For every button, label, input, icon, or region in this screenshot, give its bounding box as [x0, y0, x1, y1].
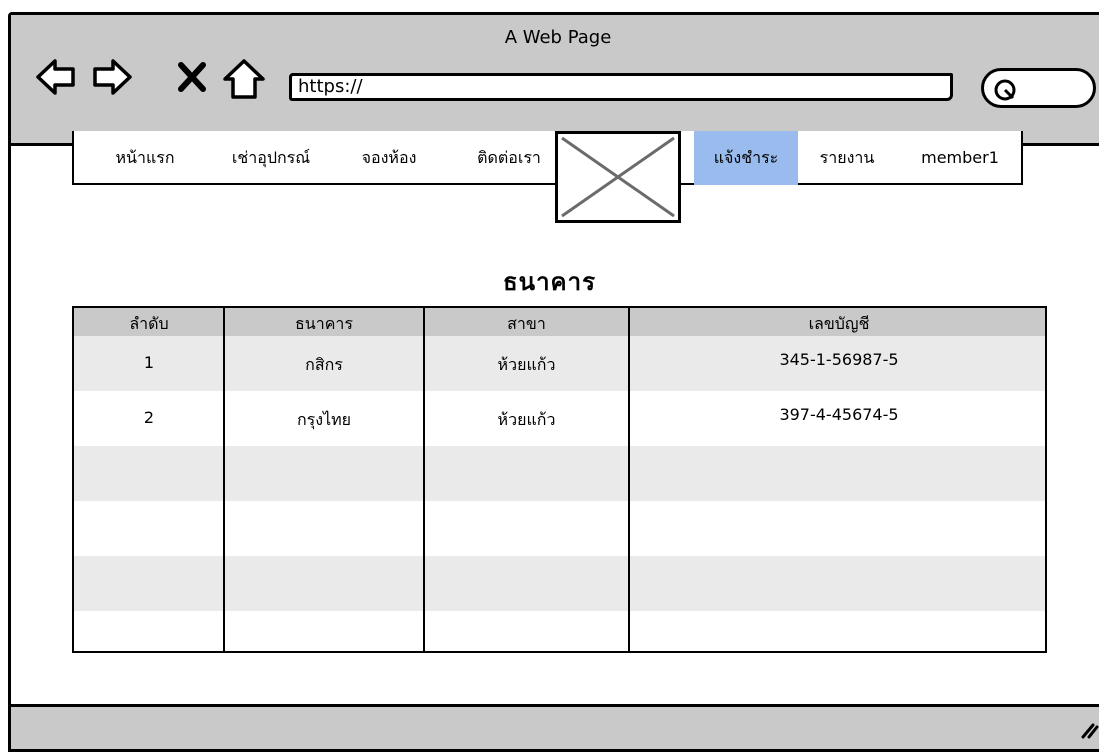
column-header-order[interactable]: ลำดับ	[74, 312, 224, 337]
table-row[interactable]: 1 กสิกร ห้วยแก้ว 345-1-56987-5	[74, 336, 1045, 391]
forward-arrow-icon[interactable]	[91, 55, 133, 103]
column-header-account[interactable]: เลขบัญชี	[629, 312, 1045, 337]
page-title: ธนาคาร	[503, 268, 596, 296]
cell-branch: ห้วยแก้ว	[497, 355, 556, 374]
table-row[interactable]: 2 กรุงไทย ห้วยแก้ว 397-4-45674-5	[74, 391, 1045, 446]
cell-branch: ห้วยแก้ว	[497, 410, 556, 429]
back-arrow-icon[interactable]	[35, 55, 77, 103]
search-field[interactable]	[981, 68, 1096, 108]
nav-item-home[interactable]: หน้าแรก	[96, 131, 194, 185]
nav-item-book-room[interactable]: จองห้อง	[346, 131, 432, 185]
table-row[interactable]	[74, 501, 1045, 556]
close-x-icon[interactable]	[177, 61, 207, 97]
cell-order: 2	[143, 408, 155, 427]
cell-account: 397-4-45674-5	[779, 405, 899, 424]
resize-grip-icon[interactable]	[1077, 717, 1099, 743]
home-icon[interactable]	[221, 57, 267, 105]
cell-order: 1	[143, 353, 155, 372]
cell-account: 345-1-56987-5	[779, 350, 899, 369]
column-header-branch[interactable]: สาขา	[424, 312, 629, 337]
table-row[interactable]	[74, 611, 1045, 651]
image-placeholder-icon	[561, 136, 675, 218]
column-divider	[628, 308, 630, 651]
cell-bank: กสิกร	[305, 355, 343, 374]
search-icon	[994, 79, 1016, 101]
main-nav: หน้าแรก เช่าอุปกรณ์ จองห้อง ติดต่อเรา แจ…	[72, 131, 1023, 185]
nav-item-payment[interactable]: แจ้งชำระ	[694, 131, 798, 185]
nav-item-contact[interactable]: ติดต่อเรา	[454, 131, 564, 185]
bank-table: ลำดับ ธนาคาร สาขา เลขบัญชี 1 กสิกร ห้วยแ…	[72, 306, 1047, 653]
url-input[interactable]: https://	[289, 73, 953, 101]
table-row[interactable]	[74, 556, 1045, 611]
logo-placeholder	[555, 131, 681, 223]
window-title: A Web Page	[504, 27, 612, 48]
nav-item-report[interactable]: รายงาน	[802, 131, 892, 185]
column-divider	[423, 308, 425, 651]
nav-item-rent-equipment[interactable]: เช่าอุปกรณ์	[210, 131, 332, 185]
cell-bank: กรุงไทย	[296, 410, 352, 429]
table-row[interactable]	[74, 446, 1045, 501]
table-header: ลำดับ ธนาคาร สาขา เลขบัญชี	[74, 308, 1045, 336]
column-divider	[223, 308, 225, 651]
column-header-bank[interactable]: ธนาคาร	[224, 312, 424, 337]
status-bar	[11, 704, 1099, 749]
nav-item-member[interactable]: member1	[904, 131, 1016, 185]
browser-chrome: A Web Page https://	[11, 15, 1099, 146]
